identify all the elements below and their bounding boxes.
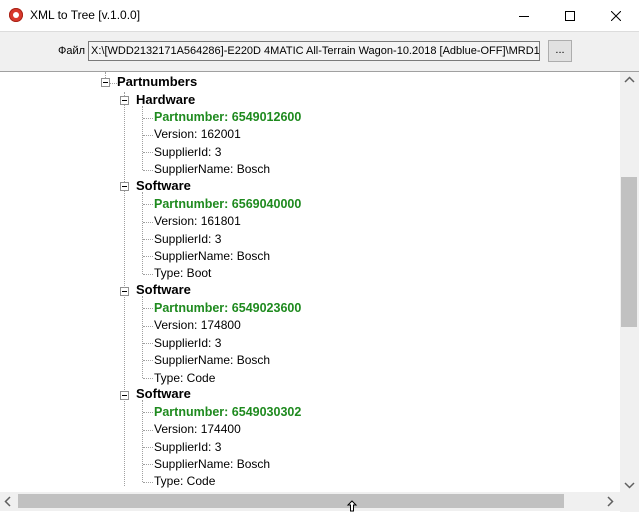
scroll-right-icon[interactable]	[606, 496, 614, 507]
vertical-scroll-thumb[interactable]	[621, 177, 637, 327]
tree-leaf[interactable]: SupplierName: Bosch	[154, 457, 270, 471]
tree-leaf[interactable]: SupplierId: 3	[154, 232, 221, 246]
tree-leaf[interactable]: SupplierId: 3	[154, 440, 221, 454]
close-button[interactable]	[593, 0, 639, 31]
collapse-hardware-toggle[interactable]	[120, 96, 129, 105]
close-icon	[611, 10, 621, 21]
tree-node-software[interactable]: Software	[136, 179, 191, 193]
scroll-down-icon[interactable]	[624, 481, 635, 489]
collapse-software-toggle[interactable]	[120, 287, 129, 296]
collapse-software-toggle[interactable]	[120, 391, 129, 400]
tree-leaf[interactable]: Version: 161801	[154, 214, 241, 228]
app-logo-icon	[9, 8, 23, 22]
tree-leaf[interactable]: Type: Code	[154, 474, 215, 488]
minimize-icon	[519, 15, 529, 17]
tree-leaf[interactable]: SupplierId: 3	[154, 336, 221, 350]
maximize-icon	[565, 10, 575, 21]
collapse-root-toggle[interactable]	[101, 78, 110, 87]
collapse-software-toggle[interactable]	[120, 182, 129, 191]
minimize-button[interactable]	[501, 0, 547, 31]
window-title: XML to Tree [v.1.0.0]	[30, 8, 141, 22]
tree-leaf[interactable]: Type: Code	[154, 371, 215, 385]
tree-leaf-partnumber[interactable]: Partnumber: 6549030302	[154, 405, 301, 419]
tree-leaf[interactable]: SupplierName: Bosch	[154, 353, 270, 367]
tree-node-software[interactable]: Software	[136, 283, 191, 297]
file-path-field[interactable]: X:\[WDD2132171A564286]-E220D 4MATIC All-…	[88, 41, 540, 61]
tree-leaf[interactable]: SupplierName: Bosch	[154, 249, 270, 263]
maximize-button[interactable]	[547, 0, 593, 31]
title-bar: XML to Tree [v.1.0.0]	[0, 0, 639, 31]
tree-leaf[interactable]: Version: 174800	[154, 318, 241, 332]
scroll-left-icon[interactable]	[4, 496, 12, 507]
tree-leaf-partnumber[interactable]: Partnumber: 6549023600	[154, 301, 301, 315]
tree-node-hardware[interactable]: Hardware	[136, 93, 195, 107]
tree-leaf-partnumber[interactable]: Partnumber: 6569040000	[154, 197, 301, 211]
xml-tree-view[interactable]	[0, 71, 639, 513]
tree-leaf[interactable]: Type: Boot	[154, 266, 211, 280]
tree-leaf[interactable]: Version: 174400	[154, 422, 241, 436]
tree-leaf[interactable]: SupplierName: Bosch	[154, 162, 270, 176]
tree-node-partnumbers[interactable]: Partnumbers	[117, 75, 197, 89]
horizontal-scroll-thumb[interactable]	[18, 494, 564, 508]
browse-button[interactable]: ...	[548, 40, 572, 62]
scrollbar-corner	[620, 492, 639, 512]
file-toolbar: Файл X:\[WDD2132171A564286]-E220D 4MATIC…	[0, 31, 639, 72]
scroll-up-icon[interactable]	[624, 76, 635, 84]
tree-node-software[interactable]: Software	[136, 387, 191, 401]
tree-leaf[interactable]: SupplierId: 3	[154, 145, 221, 159]
mouse-cursor-icon	[346, 500, 358, 512]
tree-leaf-partnumber[interactable]: Partnumber: 6549012600	[154, 110, 301, 124]
tree-leaf[interactable]: Version: 162001	[154, 127, 241, 141]
file-label: Файл	[58, 45, 86, 57]
